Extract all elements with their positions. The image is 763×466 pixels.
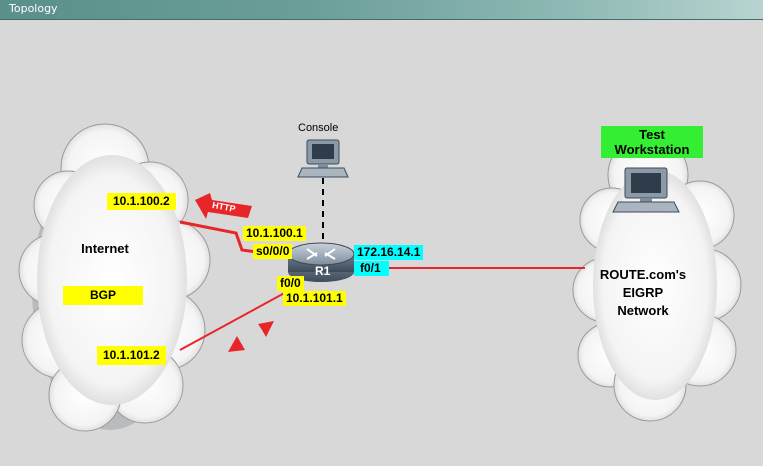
fa00-interface-label: f0/0 (277, 276, 304, 291)
fa00-far-ip-label: 10.1.101.2 (97, 346, 166, 365)
serial-far-ip-label: 10.1.100.2 (107, 193, 176, 210)
internet-cloud (18, 123, 211, 432)
fa00-ip-label: 10.1.101.1 (283, 291, 346, 306)
console-pc-icon (297, 139, 349, 178)
topology-window: Topology Console Test Workstation Intern… (0, 0, 763, 466)
fa01-ip-label: 172.16.14.1 (354, 245, 424, 260)
bidirectional-arrow-icon (228, 321, 274, 352)
workstation-label: Test Workstation (601, 126, 703, 158)
serial-near-ip-label: 10.1.100.1 (243, 226, 306, 241)
topology-diagram (18, 123, 742, 432)
serial-interface-label: s0/0/0 (253, 244, 293, 259)
fa01-interface-label: f0/1 (354, 261, 389, 276)
internet-title: Internet (81, 241, 129, 256)
route-network-title: ROUTE.com's EIGRP Network (599, 267, 687, 318)
router-name: R1 (315, 264, 331, 278)
console-label: Console (298, 122, 339, 134)
internet-protocol-badge: BGP (63, 286, 143, 305)
